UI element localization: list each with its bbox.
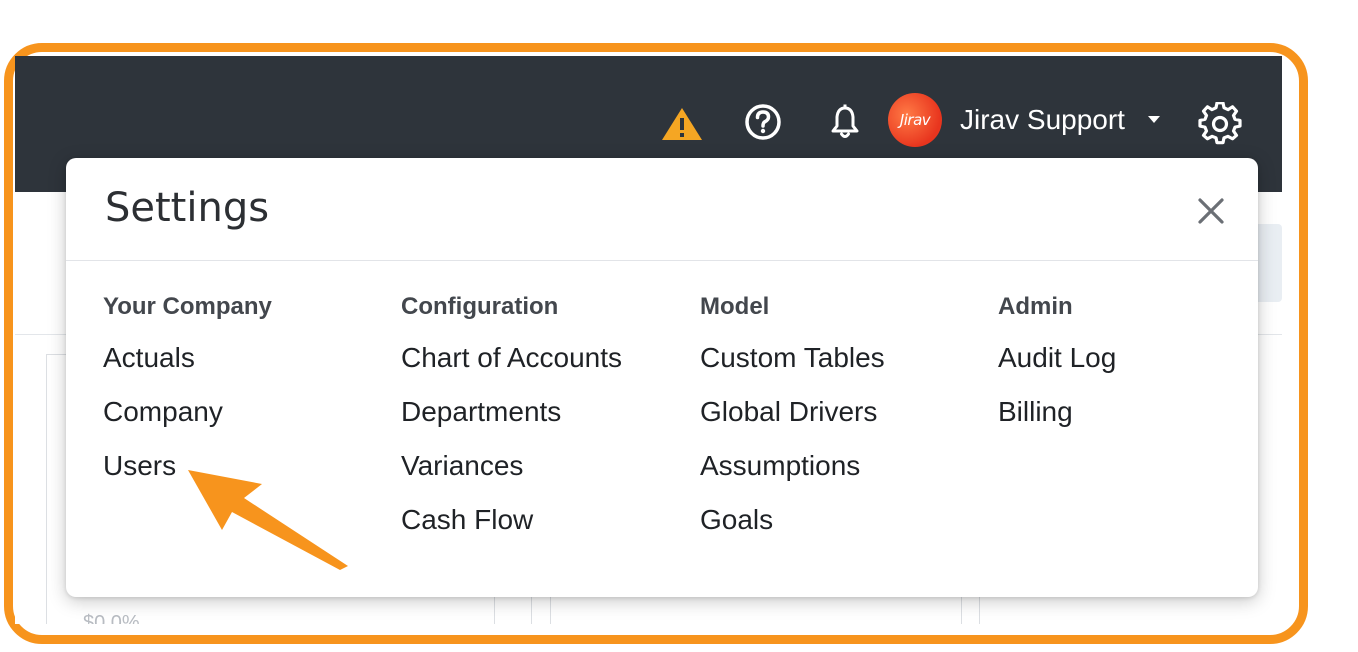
link-billing[interactable]: Billing [998, 395, 1288, 429]
link-chart-of-accounts[interactable]: Chart of Accounts [401, 341, 691, 375]
column-model: Model Custom Tables Global Drivers Assum… [700, 291, 990, 557]
column-admin: Admin Audit Log Billing [998, 291, 1288, 449]
user-avatar[interactable]: Jirav [888, 93, 942, 147]
settings-divider [66, 260, 1258, 261]
link-global-drivers[interactable]: Global Drivers [700, 395, 990, 429]
avatar-text: Jirav [899, 111, 931, 129]
warning-icon[interactable] [660, 106, 704, 142]
section-heading-your-company: Your Company [103, 293, 272, 320]
section-heading-model: Model [700, 293, 770, 320]
user-menu-name[interactable]: Jirav Support [960, 103, 1125, 137]
annotation-arrow-icon [188, 470, 348, 570]
column-configuration: Configuration Chart of Accounts Departme… [401, 291, 691, 557]
link-departments[interactable]: Departments [401, 395, 691, 429]
link-actuals[interactable]: Actuals [103, 341, 393, 375]
help-icon[interactable] [743, 102, 783, 142]
close-icon[interactable] [1192, 192, 1230, 230]
caret-down-icon[interactable] [1148, 116, 1160, 123]
link-audit-log[interactable]: Audit Log [998, 341, 1288, 375]
link-cash-flow[interactable]: Cash Flow [401, 503, 691, 537]
section-heading-configuration: Configuration [401, 293, 559, 320]
section-heading-admin: Admin [998, 293, 1073, 320]
link-goals[interactable]: Goals [700, 503, 990, 537]
settings-title: Settings [105, 185, 270, 231]
bell-icon[interactable] [825, 102, 865, 142]
link-custom-tables[interactable]: Custom Tables [700, 341, 990, 375]
link-assumptions[interactable]: Assumptions [700, 449, 990, 483]
link-company[interactable]: Company [103, 395, 393, 429]
gear-icon[interactable] [1198, 102, 1242, 146]
background-value: $0 0% [83, 612, 140, 624]
link-variances[interactable]: Variances [401, 449, 691, 483]
